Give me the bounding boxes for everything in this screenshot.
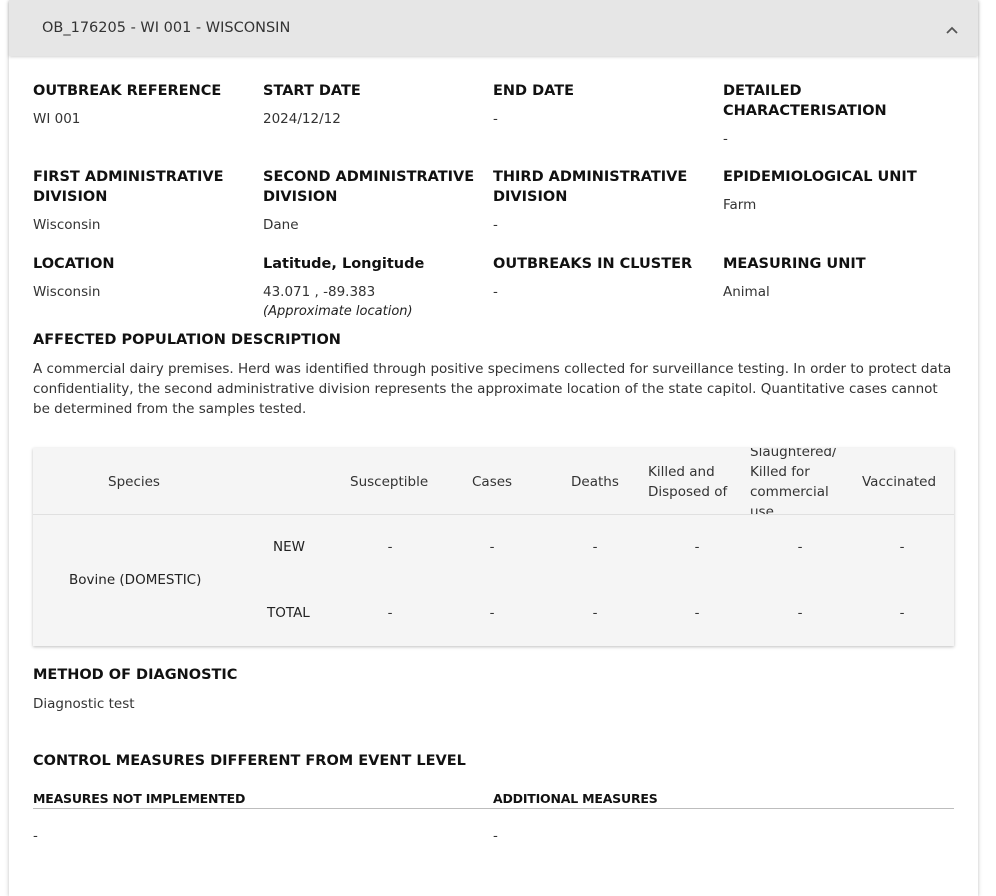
field-label: MEASURING UNIT <box>723 256 866 272</box>
table-cell: - <box>592 605 598 621</box>
field-value: - <box>493 217 498 233</box>
row-type-new: NEW <box>273 539 305 555</box>
panel-header[interactable]: OB_176205 - WI 001 - WISCONSIN <box>9 0 978 56</box>
table-cell: - <box>797 539 803 555</box>
outbreak-panel: OB_176205 - WI 001 - WISCONSIN OUTBREAK … <box>9 0 978 896</box>
field-label: THIRD ADMINISTRATIVE DIVISION <box>493 169 688 205</box>
measures-not-implemented-label: MEASURES NOT IMPLEMENTED <box>33 791 246 806</box>
field-value: - <box>723 131 728 147</box>
field-lat-long: Latitude, Longitude 43.071 , -89.383 (Ap… <box>263 254 483 322</box>
approximate-location-note: (Approximate location) <box>263 304 413 319</box>
field-label: DETAILED CHARACTERISATION <box>723 83 887 119</box>
field-label: OUTBREAKS IN CLUSTER <box>493 256 693 272</box>
row-type-total: TOTAL <box>267 605 310 621</box>
affected-population-description: A commercial dairy premises. Herd was id… <box>33 361 952 417</box>
column-header-slaughtered: Slaughtered/ Killed for commercial use <box>750 448 837 515</box>
column-header-killed-disposed: Killed and Disposed of <box>648 464 728 500</box>
species-table: Species Susceptible Cases Deaths Killed … <box>33 448 954 646</box>
measures-not-implemented-value: - <box>33 828 38 844</box>
field-label: END DATE <box>493 83 575 99</box>
table-cell: - <box>592 539 598 555</box>
additional-measures-label: ADDITIONAL MEASURES <box>493 791 658 806</box>
diagnostic-value: Diagnostic test <box>33 696 135 712</box>
column-header-susceptible: Susceptible <box>350 474 429 490</box>
column-header-cases: Cases <box>472 474 513 490</box>
table-cell: - <box>489 539 495 555</box>
field-second-admin-division: SECOND ADMINISTRATIVE DIVISION Dane <box>263 167 483 235</box>
control-measures-title: CONTROL MEASURES DIFFERENT FROM EVENT LE… <box>33 753 466 769</box>
column-header-vaccinated: Vaccinated <box>862 474 937 490</box>
chevron-up-icon[interactable] <box>946 19 958 38</box>
field-start-date: START DATE 2024/12/12 <box>263 81 483 129</box>
table-cell: - <box>387 539 393 555</box>
field-measuring-unit: MEASURING UNIT Animal <box>723 254 943 302</box>
field-epidemiological-unit: EPIDEMIOLOGICAL UNIT Farm <box>723 167 943 215</box>
field-label: SECOND ADMINISTRATIVE DIVISION <box>263 169 475 205</box>
field-value: Wisconsin <box>33 217 101 233</box>
field-value: 2024/12/12 <box>263 111 341 127</box>
field-value: - <box>493 284 498 300</box>
species-name: Bovine (DOMESTIC) <box>69 572 202 588</box>
field-label: EPIDEMIOLOGICAL UNIT <box>723 169 917 185</box>
field-first-admin-division: FIRST ADMINISTRATIVE DIVISION Wisconsin <box>33 167 253 235</box>
table-cell: - <box>797 605 803 621</box>
field-value: 43.071 , -89.383 <box>263 284 376 300</box>
field-outbreak-reference: OUTBREAK REFERENCE WI 001 <box>33 81 253 129</box>
field-value: Dane <box>263 217 299 233</box>
table-cell: - <box>899 539 905 555</box>
field-detailed-characterisation: DETAILED CHARACTERISATION - <box>723 81 923 149</box>
table-cell: - <box>694 605 700 621</box>
field-third-admin-division: THIRD ADMINISTRATIVE DIVISION - <box>493 167 713 235</box>
table-cell: - <box>899 605 905 621</box>
field-label: OUTBREAK REFERENCE <box>33 83 222 99</box>
column-header-deaths: Deaths <box>571 474 619 490</box>
field-label: FIRST ADMINISTRATIVE DIVISION <box>33 169 224 205</box>
field-value: WI 001 <box>33 111 81 127</box>
panel-title: OB_176205 - WI 001 - WISCONSIN <box>42 20 291 36</box>
field-label: LOCATION <box>33 256 115 272</box>
field-value: Wisconsin <box>33 284 101 300</box>
field-value: - <box>493 111 498 127</box>
field-label: Latitude, Longitude <box>263 256 425 272</box>
field-location: LOCATION Wisconsin <box>33 254 253 302</box>
diagnostic-title: METHOD OF DIAGNOSTIC <box>33 667 238 683</box>
field-outbreaks-in-cluster: OUTBREAKS IN CLUSTER - <box>493 254 713 302</box>
table-cell: - <box>694 539 700 555</box>
field-end-date: END DATE - <box>493 81 713 129</box>
column-header-species: Species <box>108 474 160 490</box>
additional-measures-value: - <box>493 828 498 844</box>
table-cell: - <box>387 605 393 621</box>
table-cell: - <box>489 605 495 621</box>
table-header: Species Susceptible Cases Deaths Killed … <box>33 448 954 515</box>
field-value: Farm <box>723 197 757 213</box>
affected-population-title: AFFECTED POPULATION DESCRIPTION <box>33 332 341 348</box>
field-label: START DATE <box>263 83 361 99</box>
field-value: Animal <box>723 284 770 300</box>
measures-divider <box>33 808 954 809</box>
